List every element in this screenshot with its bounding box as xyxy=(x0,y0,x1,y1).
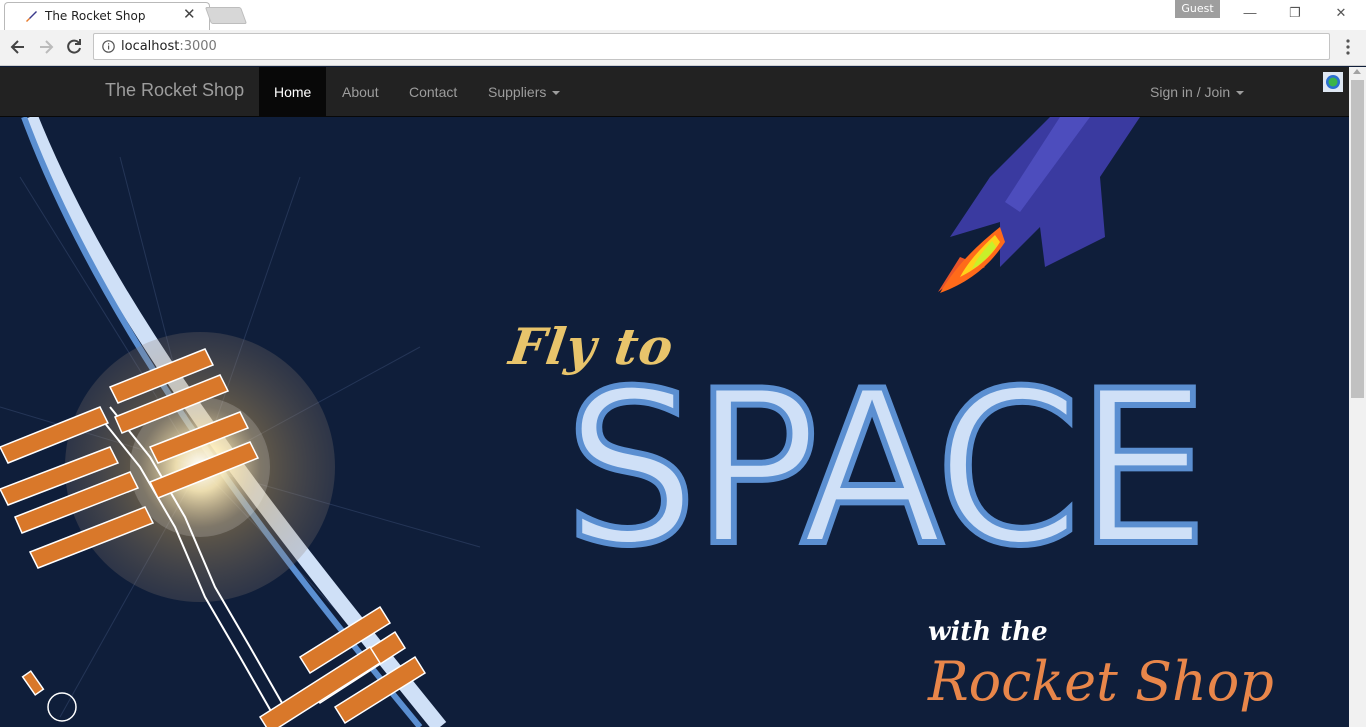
close-window-icon[interactable]: ✕ xyxy=(1330,4,1352,22)
restore-icon[interactable]: ❐ xyxy=(1284,4,1306,22)
hero-line-space: SPACE xyxy=(562,345,1211,592)
reload-icon[interactable] xyxy=(64,37,84,57)
tab-title: The Rocket Shop xyxy=(45,9,146,23)
nav-about[interactable]: About xyxy=(327,67,394,117)
nav-home[interactable]: Home xyxy=(259,67,327,117)
browser-menu-icon[interactable] xyxy=(1341,38,1355,56)
url-port: :3000 xyxy=(179,39,217,54)
address-bar[interactable]: localhost:3000 xyxy=(93,33,1330,60)
browser-tabstrip: The Rocket Shop ✕ Guest — ❐ ✕ xyxy=(0,0,1366,30)
hero-line-rocket-shop: Rocket Shop xyxy=(928,650,1274,713)
page-viewport: The Rocket Shop Home About Contact Suppl… xyxy=(0,67,1349,727)
nav-suppliers-dropdown[interactable]: Suppliers xyxy=(473,67,575,117)
scrollbar-thumb[interactable] xyxy=(1351,80,1364,398)
page-scrollbar[interactable] xyxy=(1349,67,1366,727)
nav-suppliers-label: Suppliers xyxy=(488,84,547,100)
extension-icon[interactable] xyxy=(1323,72,1343,92)
profile-badge[interactable]: Guest xyxy=(1175,0,1220,18)
minimize-icon[interactable]: — xyxy=(1239,4,1261,22)
forward-arrow-icon[interactable] xyxy=(36,37,56,57)
navbar-brand[interactable]: The Rocket Shop xyxy=(105,80,244,101)
url-host: localhost xyxy=(121,39,180,54)
new-tab-button[interactable] xyxy=(204,7,248,24)
nav-signin-dropdown[interactable]: Sign in / Join xyxy=(1135,67,1259,117)
scroll-up-arrow-icon[interactable] xyxy=(1353,69,1361,74)
nav-contact[interactable]: Contact xyxy=(394,67,472,117)
site-navbar: The Rocket Shop Home About Contact Suppl… xyxy=(0,67,1349,117)
info-icon[interactable] xyxy=(102,40,115,53)
nav-signin-label: Sign in / Join xyxy=(1150,84,1231,100)
back-arrow-icon[interactable] xyxy=(8,37,28,57)
browser-tab[interactable]: The Rocket Shop ✕ xyxy=(4,2,210,30)
tab-close-icon[interactable]: ✕ xyxy=(183,6,196,24)
rocket-favicon-icon xyxy=(26,11,37,22)
browser-toolbar: localhost:3000 xyxy=(0,30,1366,66)
chevron-down-icon xyxy=(552,91,561,96)
url-text: localhost:3000 xyxy=(121,39,217,54)
hero-line-with-the: with the xyxy=(928,617,1048,647)
hero-banner: Fly to SPACE with the Rocket Shop xyxy=(0,117,1349,727)
chevron-down-icon xyxy=(1236,91,1245,96)
